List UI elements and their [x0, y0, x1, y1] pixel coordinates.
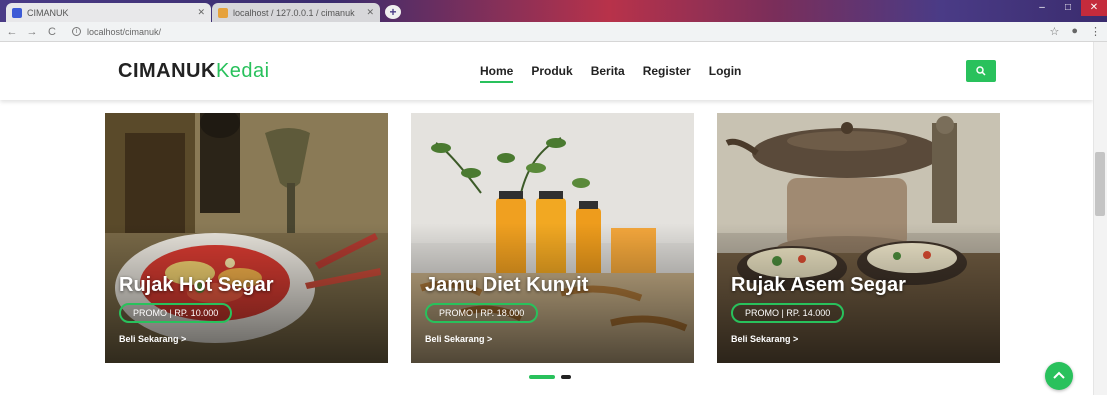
scrollbar-thumb[interactable] [1095, 152, 1105, 216]
buy-now-link[interactable]: Beli Sekarang > [425, 334, 492, 344]
reload-icon[interactable]: C [44, 26, 60, 38]
promo-badge: PROMO | RP. 14.000 [731, 303, 845, 323]
site-favicon-icon [12, 7, 22, 18]
address-bar-row: ← → C i localhost/cimanuk/ ☆ ● ⋮ [0, 22, 1107, 42]
nav-produk[interactable]: Produk [531, 64, 572, 78]
back-icon[interactable]: ← [4, 26, 20, 38]
carousel-pagination [529, 375, 571, 379]
page-scrollbar[interactable] [1093, 42, 1107, 395]
tab-close-icon[interactable]: ✕ [197, 7, 205, 18]
profile-icon[interactable]: ● [1071, 25, 1078, 38]
nav-login[interactable]: Login [709, 64, 742, 78]
buy-now-link[interactable]: Beli Sekarang > [119, 334, 186, 344]
promo-badge: PROMO | RP. 18.000 [425, 303, 539, 323]
tab-close-icon[interactable]: ✕ [366, 7, 374, 18]
new-tab-button[interactable]: + [385, 5, 401, 19]
nav-register[interactable]: Register [643, 64, 691, 78]
search-icon [976, 66, 986, 76]
card-title: Jamu Diet Kunyit [425, 274, 589, 296]
chevron-up-icon [1053, 371, 1065, 379]
product-card[interactable]: Rujak Hot Segar PROMO | RP. 10.000 Beli … [105, 113, 388, 363]
browser-tab-phpmyadmin[interactable]: localhost / 127.0.0.1 / cimanuk ✕ [212, 3, 380, 22]
site-logo[interactable]: CIMANUKKedai [118, 60, 270, 83]
maximize-icon[interactable]: □ [1055, 0, 1081, 16]
product-card[interactable]: Jamu Diet Kunyit PROMO | RP. 18.000 Beli… [411, 113, 694, 363]
buy-now-link[interactable]: Beli Sekarang > [731, 334, 798, 344]
url-text: localhost/cimanuk/ [87, 26, 162, 37]
carousel-dot-active[interactable] [529, 375, 555, 379]
search-button[interactable] [966, 60, 996, 82]
tab-title: localhost / 127.0.0.1 / cimanuk [233, 7, 355, 18]
phpmyadmin-favicon-icon [218, 7, 228, 18]
card-title: Rujak Asem Segar [731, 274, 906, 296]
back-to-top-button[interactable] [1045, 362, 1073, 390]
window-close-icon[interactable]: ✕ [1081, 0, 1107, 16]
carousel-dot[interactable] [561, 375, 571, 379]
tab-title: CIMANUK [27, 7, 69, 18]
page-viewport: CIMANUKKedai Home Produk Berita Register… [0, 42, 1093, 395]
card-title: Rujak Hot Segar [119, 274, 274, 296]
main-nav: Home Produk Berita Register Login [480, 64, 742, 83]
logo-text-primary: CIMANUK [118, 60, 216, 82]
forward-icon[interactable]: → [24, 26, 40, 38]
url-field[interactable]: i localhost/cimanuk/ [68, 25, 968, 39]
window-controls: – □ ✕ [1029, 0, 1107, 16]
nav-berita[interactable]: Berita [591, 64, 625, 78]
bookmark-star-icon[interactable]: ☆ [1049, 25, 1059, 38]
promo-badge: PROMO | RP. 10.000 [119, 303, 233, 323]
site-info-icon[interactable]: i [72, 27, 81, 36]
minimize-icon[interactable]: – [1029, 0, 1055, 16]
browser-menu-icon[interactable]: ⋮ [1090, 25, 1101, 38]
site-header: CIMANUKKedai Home Produk Berita Register… [0, 42, 1093, 100]
nav-home[interactable]: Home [480, 64, 514, 83]
logo-text-accent: Kedai [215, 60, 270, 82]
product-card[interactable]: Rujak Asem Segar PROMO | RP. 14.000 Beli… [717, 113, 1000, 363]
browser-tab-strip: CIMANUK ✕ localhost / 127.0.0.1 / cimanu… [0, 0, 1107, 22]
browser-tab-cimanuk[interactable]: CIMANUK ✕ [6, 3, 211, 22]
